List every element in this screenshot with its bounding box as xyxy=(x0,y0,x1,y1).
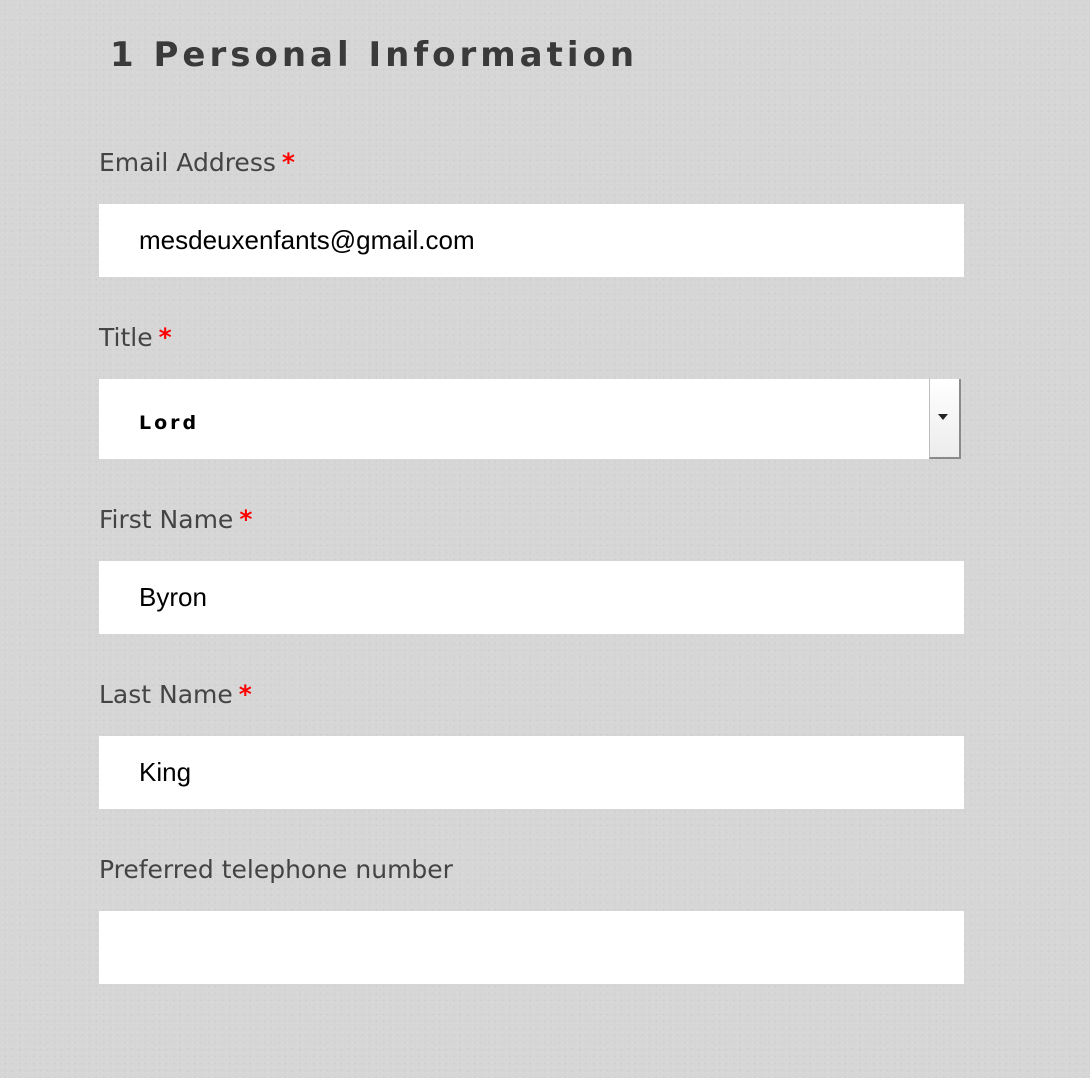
section-title: 1 Personal Information xyxy=(110,35,639,75)
first-name-field[interactable] xyxy=(99,561,964,634)
last-name-label-text: Last Name xyxy=(99,680,233,709)
first-name-label-text: First Name xyxy=(99,505,234,534)
telephone-label-text: Preferred telephone number xyxy=(99,855,453,884)
email-label-text: Email Address xyxy=(99,148,276,177)
last-name-label: Last Name * xyxy=(99,678,252,712)
title-select-value: Lord xyxy=(139,412,200,434)
email-required-marker: * xyxy=(281,148,295,177)
first-name-label: First Name * xyxy=(99,503,252,537)
title-required-marker: * xyxy=(158,323,172,352)
first-name-required-marker: * xyxy=(239,505,253,534)
title-select-button[interactable] xyxy=(929,379,961,459)
telephone-label: Preferred telephone number xyxy=(99,853,453,887)
last-name-field[interactable] xyxy=(99,736,964,809)
title-label: Title * xyxy=(99,321,172,355)
telephone-field[interactable] xyxy=(99,911,964,984)
last-name-required-marker: * xyxy=(238,680,252,709)
email-field[interactable] xyxy=(99,204,964,277)
title-select[interactable]: Lord xyxy=(99,379,961,459)
email-label: Email Address * xyxy=(99,146,295,180)
title-label-text: Title xyxy=(99,323,153,352)
chevron-down-icon xyxy=(938,414,948,420)
